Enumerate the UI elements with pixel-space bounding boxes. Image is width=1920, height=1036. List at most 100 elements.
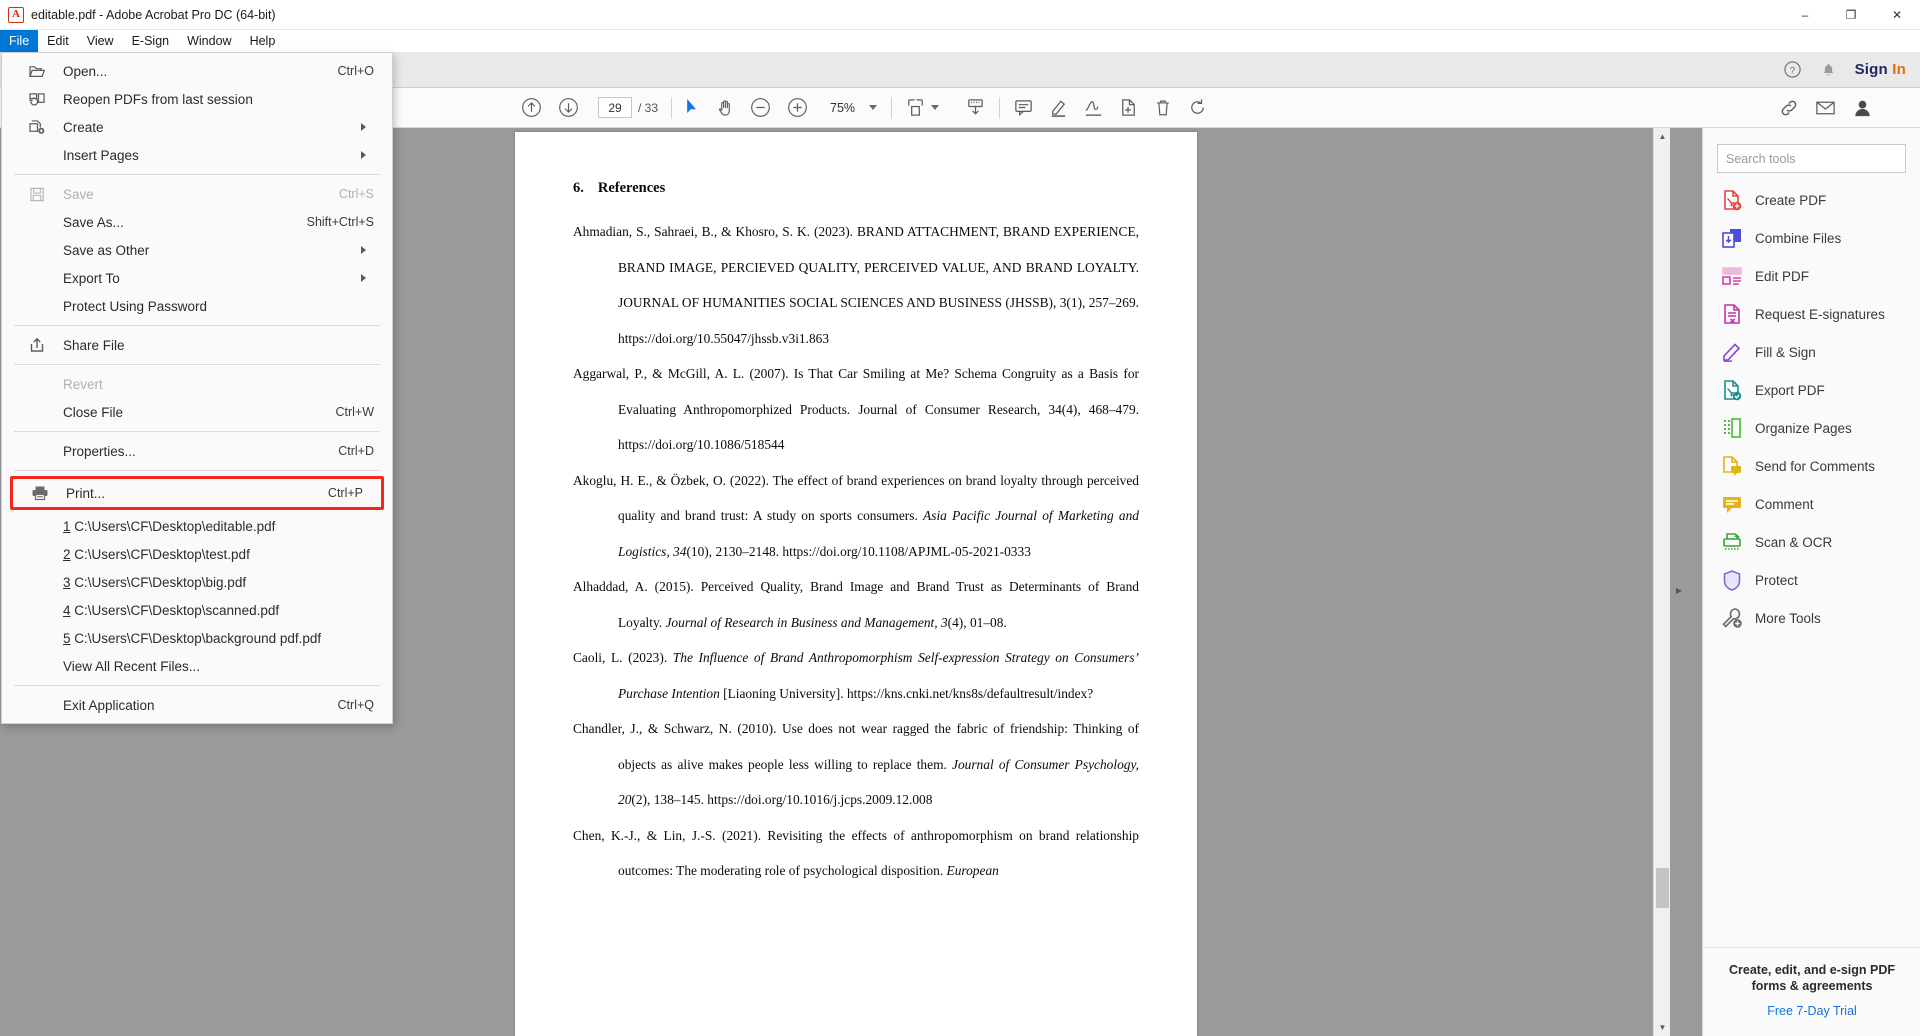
file-menu-item-save-as-other[interactable]: Save as Other (2, 236, 392, 264)
reference-entry: Aggarwal, P., & McGill, A. L. (2007). Is… (573, 356, 1139, 463)
recent-file-label: 2 C:\Users\CF\Desktop\test.pdf (63, 547, 250, 562)
file-menu-item-protect-using-password[interactable]: Protect Using Password (2, 292, 392, 320)
file-menu-item-properties[interactable]: Properties... Ctrl+D (2, 437, 392, 465)
tool-item-more-tools[interactable]: More Tools (1703, 599, 1920, 637)
scrollbar-thumb[interactable] (1656, 868, 1669, 908)
scroll-up-arrow-icon[interactable]: ▲ (1654, 128, 1671, 145)
file-menu-item-shortcut: Ctrl+D (338, 444, 374, 458)
organize-pages-icon (1721, 417, 1743, 439)
title-bar: A editable.pdf - Adobe Acrobat Pro DC (6… (0, 0, 1920, 30)
reference-entry: Chen, K.-J., & Lin, J.-S. (2021). Revisi… (573, 818, 1139, 889)
tool-item-label: More Tools (1755, 610, 1821, 626)
tool-item-label: Combine Files (1755, 230, 1842, 246)
tool-item-organize-pages[interactable]: Organize Pages (1703, 409, 1920, 447)
reference-text: [Liaoning University]. https://kns.cnki.… (719, 685, 1094, 701)
recent-file-item[interactable]: 2 C:\Users\CF\Desktop\test.pdf (2, 540, 392, 568)
zoom-in-icon[interactable] (786, 96, 809, 119)
recent-file-item[interactable]: 3 C:\Users\CF\Desktop\big.pdf (2, 568, 392, 596)
menu-window[interactable]: Window (178, 30, 240, 52)
user-account-icon[interactable] (1851, 96, 1874, 119)
tools-panel: Create PDF Combine Files Edit PDF Request E… (1702, 128, 1920, 1036)
file-menu-item-shortcut: Ctrl+O (337, 64, 374, 78)
reference-entry: Alhaddad, A. (2015). Perceived Quality, … (573, 569, 1139, 640)
arrow-down-circle-icon[interactable] (557, 96, 580, 119)
recent-file-item[interactable]: 1 C:\Users\CF\Desktop\editable.pdf (2, 512, 392, 540)
share-link-icon[interactable] (1778, 97, 1800, 119)
menu-edit[interactable]: Edit (38, 30, 78, 52)
draw-signature-icon[interactable] (1083, 97, 1104, 118)
hand-icon[interactable] (716, 98, 735, 118)
file-menu-item-view-all-recent-files[interactable]: View All Recent Files... (2, 652, 392, 680)
recent-file-item[interactable]: 4 C:\Users\CF\Desktop\scanned.pdf (2, 596, 392, 624)
file-menu-item-exit-application[interactable]: Exit Application Ctrl+Q (2, 691, 392, 719)
minimize-button[interactable]: – (1782, 0, 1828, 30)
svg-text:?: ? (1789, 65, 1794, 76)
submenu-arrow-icon (361, 274, 366, 282)
menu-file[interactable]: File (0, 30, 39, 52)
fit-page-icon[interactable] (905, 97, 940, 118)
notification-bell-icon[interactable] (1820, 61, 1837, 79)
free-trial-link[interactable]: Free 7-Day Trial (1719, 1004, 1905, 1018)
menu-view[interactable]: View (78, 30, 123, 52)
reference-text: (2), 138–145. https://doi.org/10.1016/j.… (631, 792, 933, 807)
file-menu-item-create[interactable]: Create (2, 113, 392, 141)
tool-item-create-pdf[interactable]: Create PDF (1703, 181, 1920, 219)
file-menu-item-label: View All Recent Files... (63, 658, 201, 674)
reference-entry: Akoglu, H. E., & Özbek, O. (2022). The e… (573, 463, 1139, 570)
menu-esign[interactable]: E-Sign (123, 30, 179, 52)
cursor-arrow-icon[interactable] (685, 98, 702, 117)
file-menu-item-label: Close File (63, 404, 124, 420)
document-scrollbar[interactable]: ▲ ▼ (1653, 128, 1670, 1036)
zoom-level-dropdown[interactable]: 75% (829, 100, 878, 116)
tool-item-export-pdf[interactable]: Export PDF (1703, 371, 1920, 409)
file-menu-item-share-file[interactable]: Share File (2, 331, 392, 359)
tool-item-request-e-signatures[interactable]: Request E-signatures (1703, 295, 1920, 333)
scroll-down-arrow-icon[interactable]: ▼ (1654, 1019, 1671, 1036)
reference-entry: Ahmadian, S., Sahraei, B., & Khosro, S. … (573, 214, 1139, 356)
trash-icon[interactable] (1153, 97, 1173, 118)
tool-item-protect[interactable]: Protect (1703, 561, 1920, 599)
add-stamp-icon[interactable] (1118, 97, 1139, 118)
arrow-up-circle-icon[interactable] (520, 96, 543, 119)
close-button[interactable]: ✕ (1874, 0, 1920, 30)
page-number-input[interactable]: 29 (598, 97, 632, 118)
file-menu-item-close-file[interactable]: Close File Ctrl+W (2, 398, 392, 426)
search-tools-input[interactable] (1726, 151, 1897, 166)
file-menu-dropdown[interactable]: Open... Ctrl+O Reopen PDFs from last sessi… (1, 52, 393, 724)
menu-help[interactable]: Help (241, 30, 285, 52)
search-tools-box[interactable] (1717, 144, 1906, 173)
submenu-arrow-icon (361, 123, 366, 131)
menu-separator (14, 431, 380, 432)
file-menu-item-print[interactable]: Print... Ctrl+P (13, 479, 381, 507)
help-circle-icon[interactable]: ? (1783, 60, 1802, 79)
page-scroll-icon[interactable] (965, 97, 986, 118)
maximize-button[interactable]: ❐ (1828, 0, 1874, 30)
rotate-icon[interactable] (1187, 97, 1208, 118)
recent-file-item[interactable]: 5 C:\Users\CF\Desktop\background pdf.pdf (2, 624, 392, 652)
highlighter-icon[interactable] (1048, 97, 1069, 118)
file-menu-item-revert: Revert (2, 370, 392, 398)
file-menu-item-export-to[interactable]: Export To (2, 264, 392, 292)
fit-tools-group (905, 97, 986, 118)
tool-item-label: Create PDF (1755, 192, 1827, 208)
tool-item-send-for-comments[interactable]: Send for Comments (1703, 447, 1920, 485)
zoom-out-icon[interactable] (749, 96, 772, 119)
tool-item-combine-files[interactable]: Combine Files (1703, 219, 1920, 257)
tool-item-comment[interactable]: Comment (1703, 485, 1920, 523)
file-menu-item-reopen-pdfs-from-last-session[interactable]: Reopen PDFs from last session (2, 85, 392, 113)
file-menu-item-label: Properties... (63, 443, 136, 459)
panel-collapse-handle[interactable]: ▸ (1672, 570, 1686, 610)
tool-item-scan-ocr[interactable]: Scan & OCR (1703, 523, 1920, 561)
tool-item-edit-pdf[interactable]: Edit PDF (1703, 257, 1920, 295)
file-menu-item-open[interactable]: Open... Ctrl+O (2, 57, 392, 85)
recent-file-path: C:\Users\CF\Desktop\test.pdf (70, 546, 250, 562)
sign-in-button[interactable]: Sign In (1855, 61, 1906, 78)
window-controls: – ❐ ✕ (1782, 0, 1920, 30)
file-menu-item-insert-pages[interactable]: Insert Pages (2, 141, 392, 169)
comment-bubble-icon[interactable] (1013, 97, 1034, 118)
tool-item-fill-sign[interactable]: Fill & Sign (1703, 333, 1920, 371)
email-icon[interactable] (1814, 97, 1837, 119)
submenu-arrow-icon (361, 151, 366, 159)
fill-and-sign-icon (1721, 341, 1743, 363)
file-menu-item-save-as[interactable]: Save As... Shift+Ctrl+S (2, 208, 392, 236)
